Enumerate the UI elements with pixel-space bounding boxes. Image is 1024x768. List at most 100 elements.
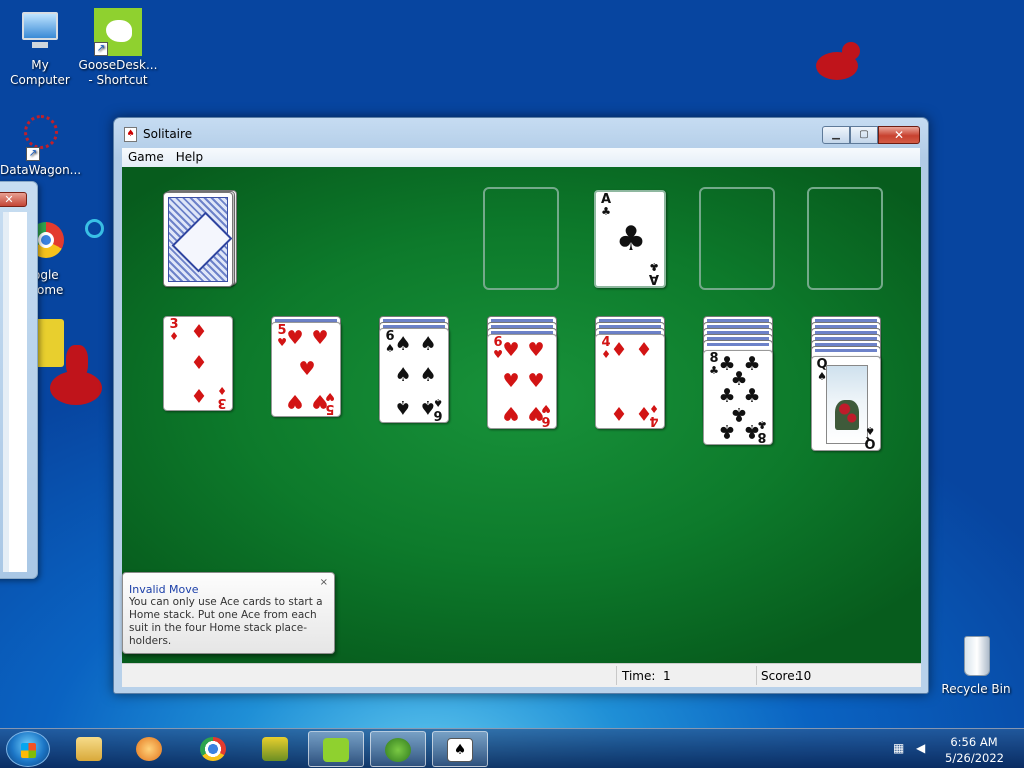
diamond-icon: ♦	[190, 321, 208, 343]
invalid-move-tooltip: × Invalid Move You can only use Ace card…	[122, 572, 335, 654]
card-suit: ♦	[649, 402, 659, 415]
goose-icon: ↗	[94, 8, 142, 56]
computer-icon	[16, 8, 64, 56]
my-computer-icon[interactable]: My Computer	[0, 8, 80, 88]
card-rank: 3	[217, 395, 227, 410]
goosedesk-shortcut-icon[interactable]: ↗ GooseDesk... - Shortcut	[78, 8, 158, 88]
card-rank-corner-bottom: Q ♠	[863, 424, 877, 450]
taskbar: ♠ ▦ ◀ 6:56 AM 5/26/2022	[0, 728, 1024, 768]
heart-icon: ♥	[502, 402, 520, 424]
stock-pile[interactable]	[163, 192, 233, 287]
card-suit: ♠	[865, 424, 875, 437]
recycle-bin-icon[interactable]: Recycle Bin	[936, 632, 1016, 697]
goosedesk-label: GooseDesk... - Shortcut	[78, 58, 158, 87]
background-window[interactable]: ✕	[0, 181, 38, 579]
status-bar: Time: 1 Score: 10	[122, 663, 921, 687]
tooltip-close-button[interactable]: ×	[320, 576, 328, 589]
spade-icon: ♠	[419, 333, 437, 355]
ring-icon	[85, 219, 104, 238]
spade-icon: ♠	[394, 333, 412, 355]
tableau-card-2[interactable]: 5 ♥ ♥ ♥ ♥ ♥ ♥ 5 ♥	[271, 322, 341, 417]
datawagon-icon[interactable]: ↗ DataWagon...	[0, 113, 82, 178]
heart-icon: ♥	[286, 327, 304, 349]
title-bar[interactable]: ♠ Solitaire ▁ ▢ ✕	[114, 118, 928, 150]
tableau-card-5[interactable]: 4 ♦ ♦ ♦ ♦ ♦ 4 ♦	[595, 334, 665, 429]
card-rank-corner-bottom: 5 ♥	[323, 390, 337, 416]
card-suit: ♥	[325, 390, 335, 403]
card-suit: ♠	[433, 396, 443, 409]
card-suit: ♣	[757, 418, 767, 431]
card-rank-corner: 3 ♦	[167, 318, 181, 343]
tableau-card-6[interactable]: 8 ♣ ♣ ♣ ♣ ♣ ♣ ♣ ♣ ♣ 8 ♣	[703, 350, 773, 445]
diamond-icon: ♦	[635, 339, 653, 361]
window-title: Solitaire	[143, 127, 193, 141]
spade-icon: ♠	[419, 364, 437, 386]
foundation-ace-clubs[interactable]: A ♣ ♣ A ♣	[594, 190, 666, 288]
heart-icon: ♥	[527, 339, 545, 361]
card-rank: A	[648, 271, 660, 286]
tooltip-title: Invalid Move	[129, 583, 199, 596]
card-suit: ♣	[601, 205, 611, 218]
shortcut-arrow-icon: ↗	[94, 42, 108, 56]
heart-icon: ♥	[502, 339, 520, 361]
card-rank: 6	[541, 413, 551, 428]
tableau-card-1[interactable]: 3 ♦ ♦ ♦ ♦ 3 ♦	[163, 316, 233, 411]
card-rank-corner-bottom: 4 ♦	[647, 402, 661, 428]
clock-time: 6:56 AM	[950, 735, 998, 749]
heart-icon: ♥	[502, 370, 520, 392]
spade-icon: ♠	[394, 364, 412, 386]
card-rank-corner-bottom: A ♣	[647, 260, 661, 286]
spade-icon: ♠	[394, 396, 412, 418]
diamond-icon: ♦	[190, 352, 208, 374]
menu-game[interactable]: Game	[122, 148, 170, 166]
menu-bar: Game Help	[122, 148, 920, 167]
foundation-slot-4[interactable]	[807, 187, 883, 290]
close-button[interactable]: ✕	[878, 126, 920, 144]
goose-icon	[323, 738, 349, 762]
heart-icon: ♥	[311, 327, 329, 349]
start-button[interactable]	[6, 731, 50, 767]
foundation-slot-3[interactable]	[699, 187, 775, 290]
card-rank: 6	[433, 407, 443, 422]
foundation-slot-1[interactable]	[483, 187, 559, 290]
time-value: 1	[663, 669, 671, 683]
background-window-close-button[interactable]: ✕	[0, 192, 27, 207]
menu-help[interactable]: Help	[170, 148, 209, 166]
tableau-card-4[interactable]: 6 ♥ ♥ ♥ ♥ ♥ ♥ ♥ 6 ♥	[487, 334, 557, 429]
solitaire-app-icon: ♠	[124, 127, 137, 142]
tableau-card-3[interactable]: 6 ♠ ♠ ♠ ♠ ♠ ♠ ♠ 6 ♠	[379, 328, 449, 423]
taskbar-frog-app[interactable]	[370, 731, 426, 767]
taskbar-solitaire[interactable]: ♠	[432, 731, 488, 767]
card-rank-corner-bottom: 6 ♠	[431, 396, 445, 422]
taskbar-game[interactable]	[248, 731, 304, 767]
tableau-card-7[interactable]: Q ♠ Q ♠	[811, 356, 881, 451]
card-rank-corner-bottom: 6 ♥	[539, 402, 553, 428]
club-icon: ♣	[718, 420, 736, 442]
volume-icon[interactable]: ◀	[916, 741, 930, 755]
card-rank-corner-bottom: 8 ♣	[755, 418, 769, 444]
trash-bin-icon	[952, 632, 1000, 680]
club-icon: ♣	[615, 219, 647, 259]
heart-icon: ♥	[527, 370, 545, 392]
maximize-button[interactable]: ▢	[850, 126, 878, 144]
clock[interactable]: 6:56 AM 5/26/2022	[945, 734, 1004, 766]
chrome-label-fragment-2: ome	[37, 283, 64, 297]
shortcut-arrow-icon: ↗	[26, 147, 40, 161]
heart-icon: ♥	[286, 390, 304, 412]
network-icon[interactable]: ▦	[893, 741, 907, 755]
taskbar-goosedesk[interactable]	[308, 731, 364, 767]
card-rank-corner: A ♣	[599, 193, 613, 218]
card-suit: ♥	[541, 402, 551, 415]
media-player-icon	[136, 737, 162, 761]
taskbar-explorer[interactable]	[62, 731, 118, 767]
taskbar-media-player[interactable]	[122, 731, 178, 767]
taskbar-chrome[interactable]	[186, 731, 242, 767]
card-suit: ♦	[169, 330, 179, 343]
card-rank: 8	[757, 429, 767, 444]
card-rank-corner-bottom: 3 ♦	[215, 384, 229, 410]
minimize-button[interactable]: ▁	[822, 126, 850, 144]
datawagon-label: DataWagon...	[0, 163, 82, 177]
time-label: Time:	[622, 669, 656, 683]
clock-date: 5/26/2022	[945, 751, 1004, 765]
folder-icon	[76, 737, 102, 761]
